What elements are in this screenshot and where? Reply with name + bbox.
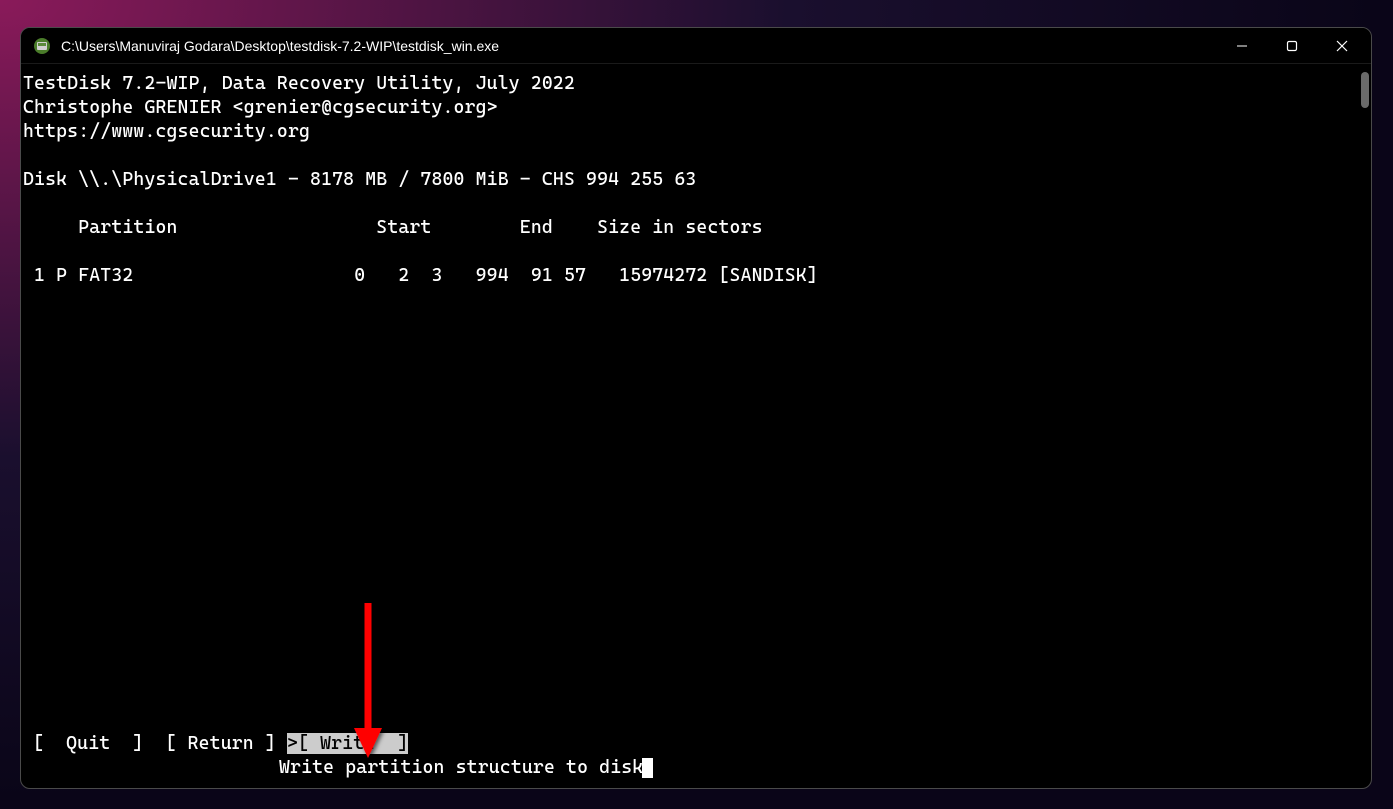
- header-line-3: https://www.cgsecurity.org: [23, 121, 310, 142]
- window-title: C:\Users\Manuviraj Godara\Desktop\testdi…: [61, 38, 1217, 54]
- menu-return[interactable]: [ Return ]: [166, 733, 276, 754]
- terminal-window: C:\Users\Manuviraj Godara\Desktop\testdi…: [20, 27, 1372, 789]
- menu-quit[interactable]: [ Quit ]: [33, 733, 143, 754]
- header-line-1: TestDisk 7.2-WIP, Data Recovery Utility,…: [23, 73, 575, 94]
- header-line-2: Christophe GRENIER <grenier@cgsecurity.o…: [23, 97, 498, 118]
- titlebar: C:\Users\Manuviraj Godara\Desktop\testdi…: [21, 28, 1371, 64]
- minimize-button[interactable]: [1217, 28, 1267, 64]
- app-icon: [33, 37, 51, 55]
- partition-row: 1 P FAT32 0 2 3 994 91 57 15974272 [SAND…: [23, 265, 818, 286]
- close-button[interactable]: [1317, 28, 1367, 64]
- table-header: Partition Start End Size in sectors: [23, 217, 763, 238]
- scrollbar-thumb[interactable]: [1361, 72, 1369, 108]
- scrollbar[interactable]: [1357, 64, 1371, 788]
- disk-info: Disk \\.\PhysicalDrive1 - 8178 MB / 7800…: [23, 169, 696, 190]
- menu-write[interactable]: >[ Write ]: [287, 733, 408, 754]
- menu-row: [ Quit ] [ Return ] >[ Write ]: [33, 732, 408, 756]
- terminal-area[interactable]: TestDisk 7.2-WIP, Data Recovery Utility,…: [21, 64, 1371, 788]
- terminal-content: TestDisk 7.2-WIP, Data Recovery Utility,…: [21, 64, 1357, 788]
- cursor: [642, 758, 653, 778]
- window-controls: [1217, 28, 1367, 63]
- menu-hint: Write partition structure to disk: [279, 756, 653, 780]
- maximize-button[interactable]: [1267, 28, 1317, 64]
